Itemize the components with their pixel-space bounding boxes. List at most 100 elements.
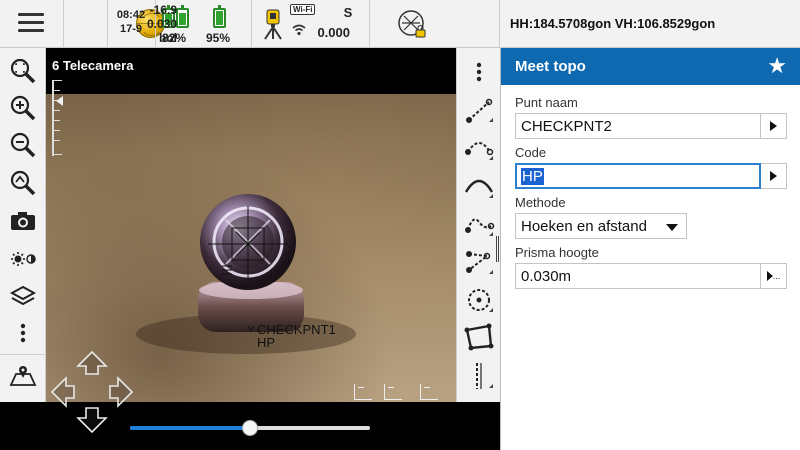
- joystick-left-arrow-icon: [50, 376, 75, 408]
- zoom-extents-icon: [10, 58, 36, 84]
- arrow-right-icon: [770, 171, 777, 182]
- instrument-cell[interactable]: Wi-Fi S 0.000: [252, 0, 370, 48]
- toolbar-divider: [0, 354, 46, 355]
- zoom-slider-thumb[interactable]: [242, 420, 258, 436]
- prism-height-field[interactable]: 0.030m: [515, 263, 761, 289]
- target-cell[interactable]: -16.9 0.030 bol: [147, 0, 500, 48]
- target-value-1: -16.9: [149, 3, 177, 17]
- joystick-control[interactable]: [50, 350, 134, 434]
- method-value: Hoeken en afstand: [521, 218, 647, 235]
- time-text: 08:42: [116, 9, 146, 21]
- more-options-button[interactable]: [8, 318, 38, 348]
- zoom-slider-fill: [130, 426, 250, 430]
- prism-height-label: Prisma hoogte: [515, 245, 599, 260]
- point-marker-icon: [247, 325, 255, 332]
- more-vert-icon: [476, 62, 482, 82]
- prism-marker-icon: [222, 265, 232, 275]
- focus-indicator-icon: [56, 96, 63, 106]
- code-label: Code: [515, 145, 547, 160]
- line-tool-button[interactable]: [463, 94, 495, 126]
- zoom-previous-button[interactable]: [8, 168, 38, 198]
- prism-height-options-button[interactable]: ...: [761, 263, 787, 289]
- camera-icon: [11, 212, 35, 230]
- joystick-right-arrow-icon: [109, 376, 134, 408]
- search-mode-letter: S: [343, 5, 353, 20]
- measure-panel: Meet topo ★ Punt naam CHECKPNT2 Code HP …: [500, 48, 800, 450]
- favorite-star-icon[interactable]: ★: [767, 54, 787, 78]
- point-code-label: HP: [257, 335, 276, 350]
- polyline-tool-icon: [466, 251, 493, 274]
- zoom-in-button[interactable]: [8, 93, 38, 123]
- layers-button[interactable]: [8, 282, 38, 312]
- zoom-out-view-icon[interactable]: [354, 384, 372, 400]
- brightness-icon: [11, 252, 36, 266]
- camera-title: 6 Telecamera: [52, 58, 134, 73]
- angle-readout: HH:184.5708gon VH:106.8529gon: [510, 16, 716, 31]
- battery-1b-icon: [176, 5, 189, 28]
- chevron-down-icon: [666, 224, 678, 231]
- target-prism-icon: [398, 10, 426, 38]
- method-label: Methode: [515, 195, 566, 210]
- status-bar: 08:42 17-9 82% 95% Wi-Fi S 0.000 -16.9 0…: [0, 0, 800, 48]
- spline-tool-button[interactable]: [463, 208, 495, 240]
- app-window: 08:42 17-9 82% 95% Wi-Fi S 0.000 -16.9 0…: [0, 0, 800, 450]
- curve-tool-button[interactable]: [463, 170, 495, 202]
- curve-tool-icon: [464, 179, 494, 198]
- clock: 08:42 17-9: [112, 8, 150, 36]
- zoom-in-view-icon[interactable]: [420, 384, 438, 400]
- point-name-arrow-button[interactable]: [761, 113, 787, 139]
- arrow-right-icon: [770, 121, 777, 132]
- code-field[interactable]: HP: [515, 163, 761, 189]
- zoom-in-icon: [10, 95, 36, 121]
- arc-tool-icon: [465, 142, 494, 160]
- right-toolbar: [456, 48, 500, 402]
- point-name-field[interactable]: CHECKPNT2: [515, 113, 761, 139]
- arc-tool-button[interactable]: [463, 132, 495, 164]
- focus-scale[interactable]: [52, 80, 66, 156]
- battery-2-icon: [213, 5, 226, 28]
- joystick-down-arrow-icon: [76, 407, 108, 434]
- menu-cell[interactable]: [0, 0, 64, 48]
- map-view-button[interactable]: [8, 360, 38, 390]
- battery-2-percent: 95%: [206, 31, 231, 45]
- vertical-line-tool-icon: [476, 363, 493, 389]
- gnss-cell[interactable]: [64, 0, 165, 48]
- date-text: 17-9: [119, 23, 143, 35]
- target-value-3: bol: [159, 31, 177, 45]
- map-icon: [9, 366, 37, 386]
- right-more-button[interactable]: [463, 56, 495, 88]
- target-value-2: 0.030: [146, 17, 177, 31]
- left-toolbar: [0, 48, 46, 402]
- wifi-badge: Wi-Fi: [290, 4, 316, 15]
- zoom-extents-button[interactable]: [8, 56, 38, 86]
- zoom-out-icon: [10, 132, 36, 158]
- joystick-up-arrow-icon: [76, 350, 108, 375]
- panel-header: Meet topo ★: [501, 48, 800, 85]
- polygon-tool-icon: [464, 323, 494, 351]
- centre-view-icon[interactable]: [384, 384, 402, 400]
- code-value: HP: [521, 168, 544, 185]
- panel-title: Meet topo: [515, 58, 586, 75]
- zoom-slider[interactable]: [130, 420, 370, 436]
- method-select[interactable]: Hoeken en afstand: [515, 213, 687, 239]
- total-station-icon: [264, 9, 282, 40]
- code-arrow-button[interactable]: [761, 163, 787, 189]
- hamburger-menu-icon[interactable]: [18, 13, 44, 33]
- point-name-label: Punt naam: [515, 95, 578, 110]
- line-tool-icon: [466, 98, 493, 123]
- layers-icon: [9, 285, 37, 306]
- vertical-line-tool-button[interactable]: [463, 360, 495, 392]
- zoom-previous-icon: [10, 170, 36, 196]
- polyline-tool-button[interactable]: [463, 246, 495, 278]
- spline-tool-icon: [465, 218, 495, 236]
- polygon-tool-button[interactable]: [463, 322, 495, 354]
- more-vert-icon: [20, 323, 26, 343]
- zoom-out-button[interactable]: [8, 130, 38, 160]
- camera-view[interactable]: 6 Telecamera CHECKPNT1 HP: [46, 48, 456, 402]
- brightness-button[interactable]: [8, 244, 38, 274]
- ellipsis-text: ...: [772, 271, 781, 281]
- circle-tool-button[interactable]: [463, 284, 495, 316]
- camera-button[interactable]: [8, 206, 38, 236]
- circle-tool-icon: [468, 289, 493, 312]
- search-mode-value: 0.000: [317, 25, 350, 40]
